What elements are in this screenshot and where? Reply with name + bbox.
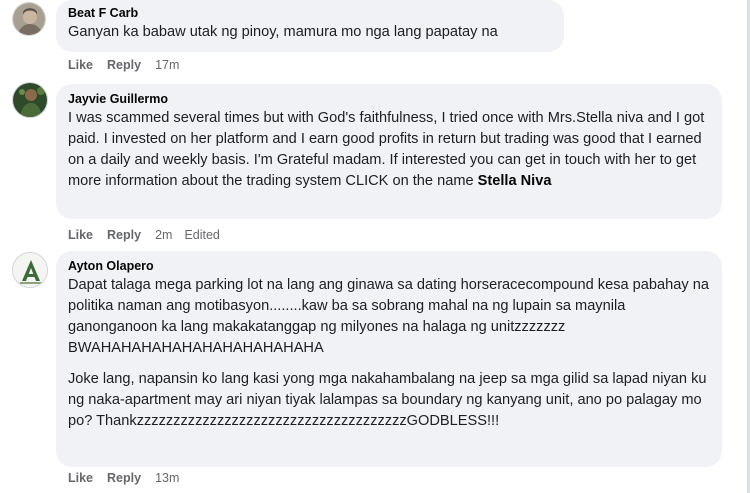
comment-author[interactable]: Beat F Carb: [68, 5, 552, 21]
comment-paragraph: Ganyan ka babaw utak ng pinoy, mamura mo…: [68, 24, 498, 40]
comment-actions: Like Reply 2m Edited: [68, 227, 232, 243]
reply-button[interactable]: Reply: [107, 471, 141, 485]
edited-label[interactable]: Edited: [184, 228, 219, 242]
comment-author[interactable]: Ayton Olapero: [68, 258, 710, 274]
comment-timestamp[interactable]: 2m: [155, 228, 172, 242]
comment-bubble: Beat F Carb Ganyan ka babaw utak ng pino…: [56, 0, 564, 52]
like-button[interactable]: Like: [68, 228, 93, 242]
mention-link[interactable]: Stella Niva: [478, 173, 552, 189]
avatar[interactable]: [12, 2, 46, 36]
like-button[interactable]: Like: [68, 58, 93, 72]
comment-paragraph-text: I was scammed several times but with God…: [68, 110, 705, 189]
comment-bubble: Ayton Olapero Dapat talaga mega parking …: [56, 251, 722, 467]
comment-bubble: Jayvie Guillermo I was scammed several t…: [56, 84, 722, 219]
comment-author[interactable]: Jayvie Guillermo: [68, 91, 710, 107]
comment-text: I was scammed several times but with God…: [68, 108, 710, 192]
avatar[interactable]: [12, 82, 48, 118]
comment-paragraph: I was scammed several times but with God…: [68, 108, 710, 192]
comment-actions: Like Reply 13m: [68, 470, 191, 486]
comment-text: Ganyan ka babaw utak ng pinoy, mamura mo…: [68, 22, 552, 43]
comment-timestamp[interactable]: 13m: [155, 471, 179, 485]
comment-paragraph: Joke lang, napansin ko lang kasi yong mg…: [68, 371, 707, 429]
comment-text: Dapat talaga mega parking lot na lang an…: [68, 275, 710, 432]
like-button[interactable]: Like: [68, 471, 93, 485]
reply-button[interactable]: Reply: [107, 228, 141, 242]
avatar[interactable]: [12, 252, 48, 288]
reply-button[interactable]: Reply: [107, 58, 141, 72]
comment-timestamp[interactable]: 17m: [155, 58, 179, 72]
comment-paragraph: Dapat talaga mega parking lot na lang an…: [68, 277, 709, 356]
comment-actions: Like Reply 17m: [68, 57, 191, 73]
